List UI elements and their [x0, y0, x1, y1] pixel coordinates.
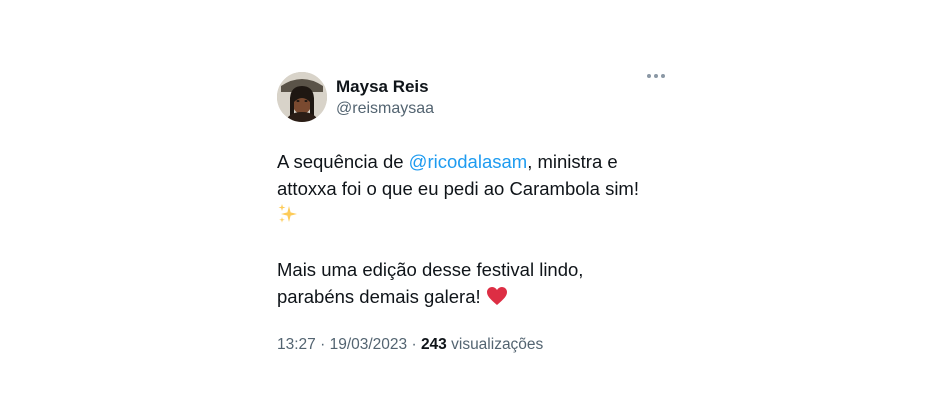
author-names: Maysa Reis @reismaysaa — [336, 72, 647, 120]
meta-separator: · — [315, 336, 330, 353]
tweet-line — [277, 202, 669, 232]
avatar[interactable] — [277, 72, 327, 122]
tweet-card: Maysa Reis @reismaysaa A sequência de @r… — [277, 72, 669, 355]
display-name[interactable]: Maysa Reis — [336, 76, 647, 98]
tweet-date[interactable]: 19/03/2023 — [330, 336, 408, 353]
text-span: parabéns demais galera! — [277, 286, 486, 307]
more-options-icon[interactable] — [647, 74, 665, 78]
user-avatar-icon — [277, 72, 327, 122]
tweet-line: A sequência de @ricodalasam, ministra e — [277, 148, 669, 175]
views-label: visualizações — [446, 336, 544, 353]
tweet-line: parabéns demais galera! — [277, 283, 669, 313]
tweet-line: attoxxa foi o que eu pedi ao Carambola s… — [277, 178, 639, 199]
tweet-header: Maysa Reis @reismaysaa — [277, 72, 669, 124]
sparkles-emoji-icon — [277, 203, 299, 232]
mention-link[interactable]: @ricodalasam — [409, 151, 528, 172]
text-span: A sequência de — [277, 151, 409, 172]
tweet-line: Mais uma edição desse festival lindo, — [277, 259, 584, 280]
meta-separator: · — [407, 336, 421, 353]
text-span: , ministra e — [527, 151, 618, 172]
views-count: 243 — [420, 336, 447, 353]
red-heart-emoji-icon — [486, 286, 508, 313]
tweet-text: A sequência de @ricodalasam, ministra e … — [277, 148, 669, 313]
tweet-meta: 13:27 · 19/03/2023 · 243 visualizações — [277, 335, 669, 355]
tweet-time[interactable]: 13:27 — [277, 336, 316, 353]
user-handle[interactable]: @reismaysaa — [336, 98, 647, 120]
